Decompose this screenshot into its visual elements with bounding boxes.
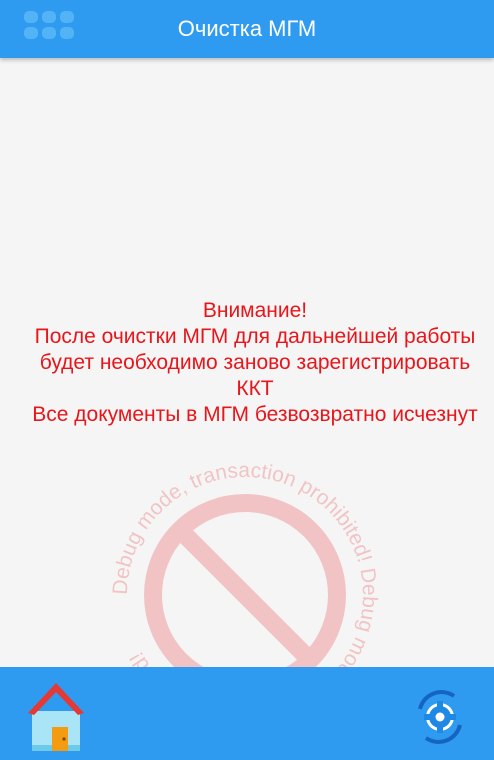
warning-message: Внимание! После очистки МГМ для дальнейш… [0,298,494,428]
gear-icon[interactable] [410,687,470,747]
page-title: Очистка МГМ [177,16,317,41]
bottom-bar [0,667,494,760]
warning-line: Все документы в МГМ безвозвратно исчезну… [32,403,478,426]
warning-line: будет необходимо заново зарегистрировать [39,351,471,374]
warning-line: После очистки МГМ для дальнейшей работы [34,325,476,348]
prohibited-icon [144,494,346,696]
warning-line: ККТ [236,377,274,400]
app-header: Очистка МГМ [0,0,494,58]
home-icon[interactable] [28,677,84,753]
warning-heading: Внимание! [202,299,308,322]
